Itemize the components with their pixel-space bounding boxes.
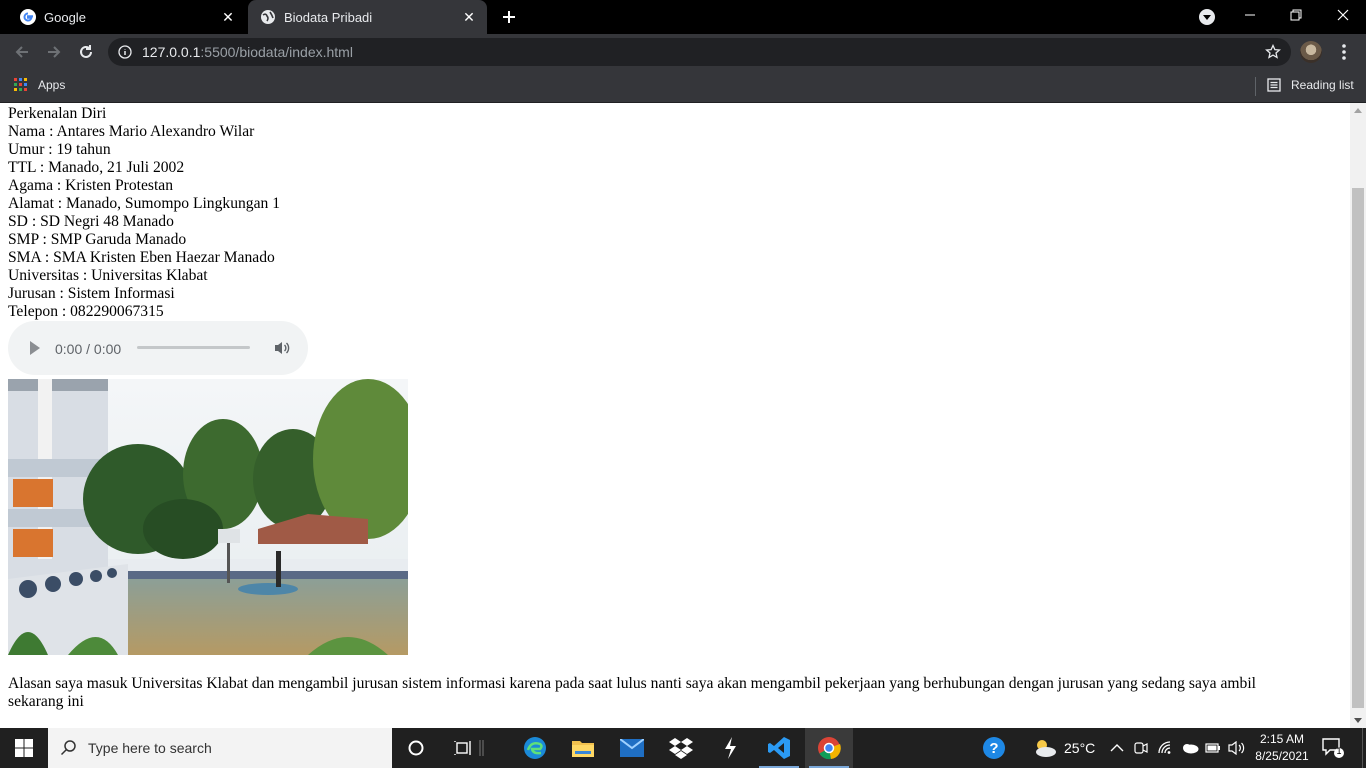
tab-title: Biodata Pribadi [284, 9, 373, 25]
onedrive-icon[interactable] [1181, 728, 1199, 768]
close-tab-icon[interactable]: ✕ [461, 9, 477, 25]
meet-now-icon[interactable] [1134, 728, 1148, 768]
clock-date: 8/25/2021 [1255, 749, 1309, 763]
scroll-down-icon[interactable] [1354, 718, 1362, 723]
page-scrollbar[interactable] [1350, 103, 1366, 728]
bookmark-star-icon[interactable] [1265, 44, 1281, 60]
edge-icon[interactable] [511, 728, 559, 768]
close-window-icon[interactable] [1320, 0, 1366, 30]
reading-list-label: Reading list [1291, 78, 1354, 92]
bookmarks-divider [1255, 77, 1256, 96]
clock-time: 2:15 AM [1259, 732, 1305, 746]
play-icon[interactable] [30, 341, 40, 355]
windows-logo-icon [15, 739, 33, 757]
profile-avatar[interactable] [1300, 41, 1322, 63]
apps-label: Apps [38, 78, 66, 92]
wifi-icon[interactable] [1158, 728, 1174, 768]
close-tab-icon[interactable]: ✕ [220, 9, 236, 25]
google-icon [20, 9, 36, 25]
page-viewport: Perkenalan Diri Nama : Antares Mario Ale… [0, 103, 1350, 728]
audio-progress-slider[interactable] [137, 346, 250, 349]
bio-religion: Agama : Kristen Protestan [8, 177, 173, 194]
tab-strip: Google ✕ Biodata Pribadi ✕ [0, 0, 1366, 34]
back-icon[interactable] [10, 40, 34, 64]
show-desktop-button[interactable] [1362, 728, 1366, 768]
taskbar-clock[interactable]: 2:15 AM 8/25/2021 [1254, 731, 1310, 765]
address-bar[interactable]: 127.0.0.1:5500/biodata/index.html [108, 38, 1291, 66]
start-button[interactable] [0, 728, 48, 768]
notification-center-icon[interactable]: 1 [1322, 738, 1344, 758]
help-icon[interactable]: ? [982, 728, 1006, 768]
windows-taskbar: Type here to search ? 25°C 2:15 AM 8/25/… [0, 728, 1366, 768]
file-explorer-icon[interactable] [559, 728, 607, 768]
vscode-icon[interactable] [755, 728, 803, 768]
app-icon[interactable] [706, 728, 754, 768]
bio-address: Alamat : Manado, Sumompo Lingkungan 1 [8, 195, 280, 212]
bio-birth: TTL : Manado, 21 Juli 2002 [8, 159, 185, 176]
mail-icon[interactable] [608, 728, 656, 768]
tab-title: Google [44, 9, 86, 25]
bio-phone: Telepon : 082290067315 [8, 303, 164, 320]
chrome-icon[interactable] [805, 728, 853, 768]
url-text[interactable]: 127.0.0.1:5500/biodata/index.html [142, 44, 353, 60]
apps-shortcut[interactable]: Apps [14, 78, 65, 92]
weather-temp: 25°C [1064, 740, 1096, 756]
search-placeholder: Type here to search [88, 740, 212, 756]
battery-icon[interactable] [1205, 728, 1221, 768]
bio-senior-high: SMA : SMA Kristen Eben Haezar Manado [8, 249, 275, 266]
site-info-icon[interactable] [118, 45, 132, 59]
audio-player[interactable]: 0:00 / 0:00 [8, 321, 308, 375]
tab-search-icon[interactable] [1199, 9, 1215, 25]
reading-list-button[interactable]: Reading list [1267, 78, 1354, 92]
apps-grid-icon [14, 78, 28, 92]
reason-paragraph: Alasan saya masuk Universitas Klabat dan… [8, 675, 1256, 710]
tab-google[interactable]: Google ✕ [0, 0, 246, 34]
forward-icon[interactable] [42, 40, 66, 64]
taskbar-divider [472, 728, 492, 768]
restore-icon[interactable] [1273, 0, 1319, 30]
bio-major: Jurusan : Sistem Informasi [8, 285, 175, 302]
reload-icon[interactable] [74, 40, 98, 64]
globe-icon [261, 10, 275, 24]
more-menu-icon[interactable] [1336, 42, 1352, 62]
reading-list-icon [1267, 78, 1281, 92]
bio-elementary: SD : SD Negri 48 Manado [8, 213, 174, 230]
bio-junior-high: SMP : SMP Garuda Manado [8, 231, 187, 248]
show-hidden-icons[interactable] [1110, 728, 1124, 768]
tab-biodata[interactable]: Biodata Pribadi ✕ [248, 0, 487, 34]
bio-name: Nama : Antares Mario Alexandro Wilar [8, 123, 255, 140]
page-heading: Perkenalan Diri [8, 105, 107, 122]
weather-cloud-icon [1036, 740, 1056, 757]
cortana-icon[interactable] [392, 728, 440, 768]
notification-count: 1 [1336, 746, 1342, 756]
page-content: Perkenalan Diri Nama : Antares Mario Ale… [8, 105, 1344, 711]
scroll-up-icon[interactable] [1354, 108, 1362, 113]
bio-university: Universitas : Universitas Klabat [8, 267, 208, 284]
svg-text:?: ? [989, 740, 998, 757]
school-assembly-photo [8, 379, 408, 655]
audio-time: 0:00 / 0:00 [55, 341, 122, 357]
minimize-icon[interactable] [1227, 0, 1273, 30]
new-tab-icon[interactable] [500, 8, 518, 26]
bookmarks-bar: Apps Reading list [0, 70, 1366, 103]
volume-icon[interactable] [273, 340, 291, 356]
search-icon [60, 740, 76, 756]
bio-age: Umur : 19 tahun [8, 141, 111, 158]
browser-toolbar: 127.0.0.1:5500/biodata/index.html [0, 34, 1366, 70]
taskbar-search-box[interactable]: Type here to search [48, 728, 392, 768]
volume-icon[interactable] [1228, 728, 1246, 768]
weather-widget[interactable]: 25°C [1032, 728, 1095, 768]
scrollbar-thumb[interactable] [1352, 188, 1364, 708]
dropbox-icon[interactable] [657, 728, 705, 768]
